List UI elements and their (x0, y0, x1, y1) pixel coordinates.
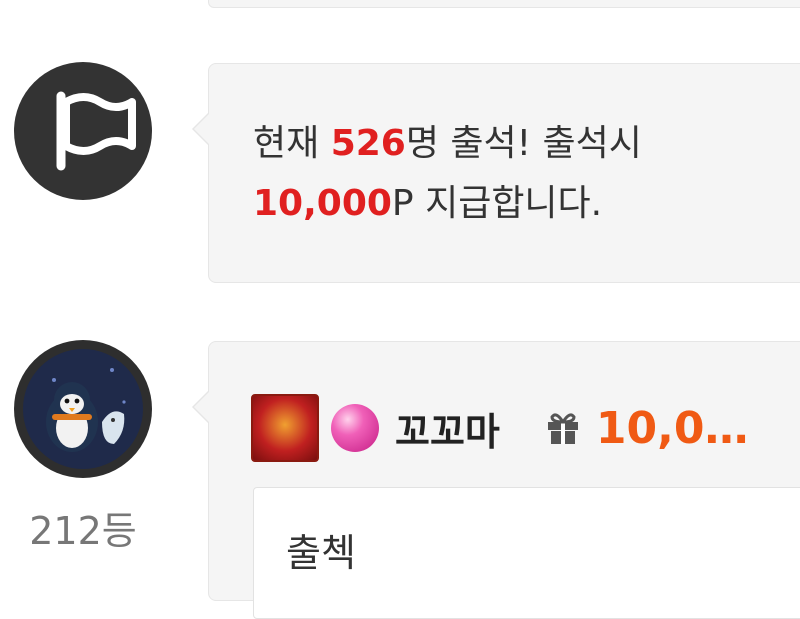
comment-header: 꼬꼬마 10,00… (251, 392, 800, 464)
reward-points: 10,000 (253, 183, 392, 224)
bubble-tail (192, 390, 210, 424)
notice-middle: 명 출석! 출석시 (405, 123, 642, 164)
level-badge-icon (251, 394, 319, 462)
notice-avatar (14, 62, 152, 200)
flag-icon (56, 91, 136, 171)
previous-comment-bubble (208, 0, 800, 8)
attendance-notice-text: 현재 526명 출석! 출석시 10,000P 지급합니다. (253, 114, 793, 234)
notice-prefix: 현재 (253, 123, 331, 164)
comment-text: 출첵 (286, 531, 356, 575)
comment-content-box: 출첵 (253, 487, 800, 619)
gift-points: 10,00… (595, 402, 756, 454)
attendance-count: 526 (330, 123, 406, 164)
notice-suffix: P 지급합니다. (391, 183, 603, 224)
comment-bubble: 꼬꼬마 10,00… 출첵 (192, 341, 800, 619)
user-nickname[interactable]: 꼬꼬마 (395, 401, 500, 456)
penguin-avatar-image (23, 349, 143, 469)
attendance-rank: 212등 (29, 509, 137, 553)
pink-gem-icon (331, 404, 379, 452)
bubble-tail (192, 112, 210, 146)
gift-icon (544, 409, 582, 447)
user-avatar[interactable] (14, 340, 152, 478)
attendance-notice-bubble: 현재 526명 출석! 출석시 10,000P 지급합니다. (192, 63, 800, 283)
